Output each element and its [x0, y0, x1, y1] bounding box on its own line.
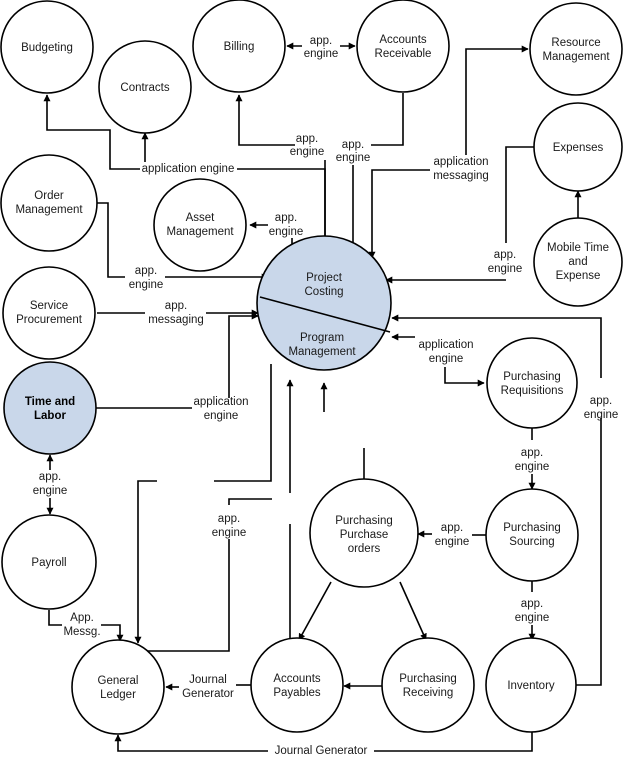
label-time-labor: application engine	[194, 396, 249, 422]
node-billing[interactable]: Billing	[192, 0, 286, 93]
svg-text:Inventory: Inventory	[507, 680, 555, 692]
svg-text:Billing: Billing	[224, 41, 255, 53]
label-requisitions: application engine	[419, 339, 474, 365]
svg-text:Budgeting: Budgeting	[21, 42, 73, 54]
node-mobile-time-expense[interactable]: Mobile Time and Expense	[533, 217, 623, 307]
label-resource-messaging: application messaging	[433, 156, 489, 182]
svg-text:Contracts: Contracts	[120, 82, 169, 94]
node-project-costing-program-management[interactable]: Project Costing Program Management	[256, 235, 392, 371]
edge-billing-pc	[235, 94, 295, 146]
edge-payroll-gl-arrow	[101, 624, 124, 642]
label-journal-inv-gl: Journal Generator	[275, 745, 368, 757]
node-order-management[interactable]: Order Management	[0, 154, 98, 252]
label-service: app. messaging	[148, 300, 204, 326]
label-inventory-pc: app. engine	[584, 395, 619, 421]
edge-gl-app-top	[228, 498, 272, 505]
node-general-ledger[interactable]: General Ledger	[71, 639, 165, 735]
node-expenses[interactable]: Expenses	[533, 102, 623, 192]
node-purchasing-receiving[interactable]: Purchasing Receiving	[381, 637, 475, 733]
integration-diagram: Budgeting Contracts Billing Accounts Rece…	[0, 0, 623, 757]
label-payroll-gl: App. Messg.	[63, 612, 100, 638]
node-accounts-receivable[interactable]: Accounts Receivable	[356, 0, 450, 93]
edge-order	[97, 202, 125, 278]
svg-text:Expenses: Expenses	[553, 142, 604, 154]
node-inventory[interactable]: Inventory	[485, 637, 577, 733]
svg-text:Payroll: Payroll	[31, 557, 66, 569]
label-order: app. engine	[129, 265, 164, 291]
label-expenses: app. engine	[488, 249, 523, 275]
node-asset-management[interactable]: Asset Management	[153, 178, 247, 272]
label-sourcing-inventory: app. engine	[515, 598, 550, 624]
edge-inventory-pc	[575, 418, 602, 686]
node-resource-management[interactable]: Resource Management	[529, 2, 623, 96]
node-time-and-labor[interactable]: Time and Labor	[3, 361, 97, 455]
edge-resource-msg	[368, 169, 430, 259]
node-service-procurement[interactable]: Service Procurement	[2, 266, 96, 360]
edge-time-labor-up	[228, 312, 259, 398]
node-purchasing-purchase-orders[interactable]: Purchasing Purchase orders	[309, 478, 419, 588]
node-purchasing-sourcing[interactable]: Purchasing Sourcing	[485, 488, 579, 582]
edge-resource-msg-up	[465, 45, 529, 155]
edge-gl-app	[148, 539, 230, 652]
edge-po-ap	[298, 581, 332, 641]
label-ar-pc: app. engine	[336, 139, 371, 164]
node-purchasing-requisitions[interactable]: Purchasing Requisitions	[486, 337, 578, 429]
edge-po-receiving	[399, 581, 427, 641]
edge-payroll-gl	[48, 610, 62, 626]
label-billing-pc: app. engine	[290, 133, 325, 158]
label-tl-payroll: app. engine	[33, 471, 68, 497]
node-accounts-payables[interactable]: Accounts Payables	[250, 637, 344, 733]
edge-journal-pm-gl	[214, 364, 272, 482]
edge-req-down	[444, 367, 485, 387]
node-contracts[interactable]: Contracts	[98, 40, 192, 134]
label-application-engine-top: application engine	[142, 163, 235, 175]
edge-expenses	[505, 146, 534, 243]
edge-journal-pm-gl-down	[134, 480, 157, 644]
node-budgeting[interactable]: Budgeting	[0, 0, 94, 94]
edge-ar-pc	[371, 93, 404, 146]
label-asset: app. engine	[269, 212, 304, 238]
label-sourcing-po: app. engine	[435, 522, 470, 548]
label-gl-app: app. engine	[212, 513, 247, 539]
label-req-sourcing: app. engine	[515, 447, 550, 473]
label-journal-ap-gl: Journal Generator	[182, 674, 234, 700]
node-payroll[interactable]: Payroll	[1, 514, 97, 610]
